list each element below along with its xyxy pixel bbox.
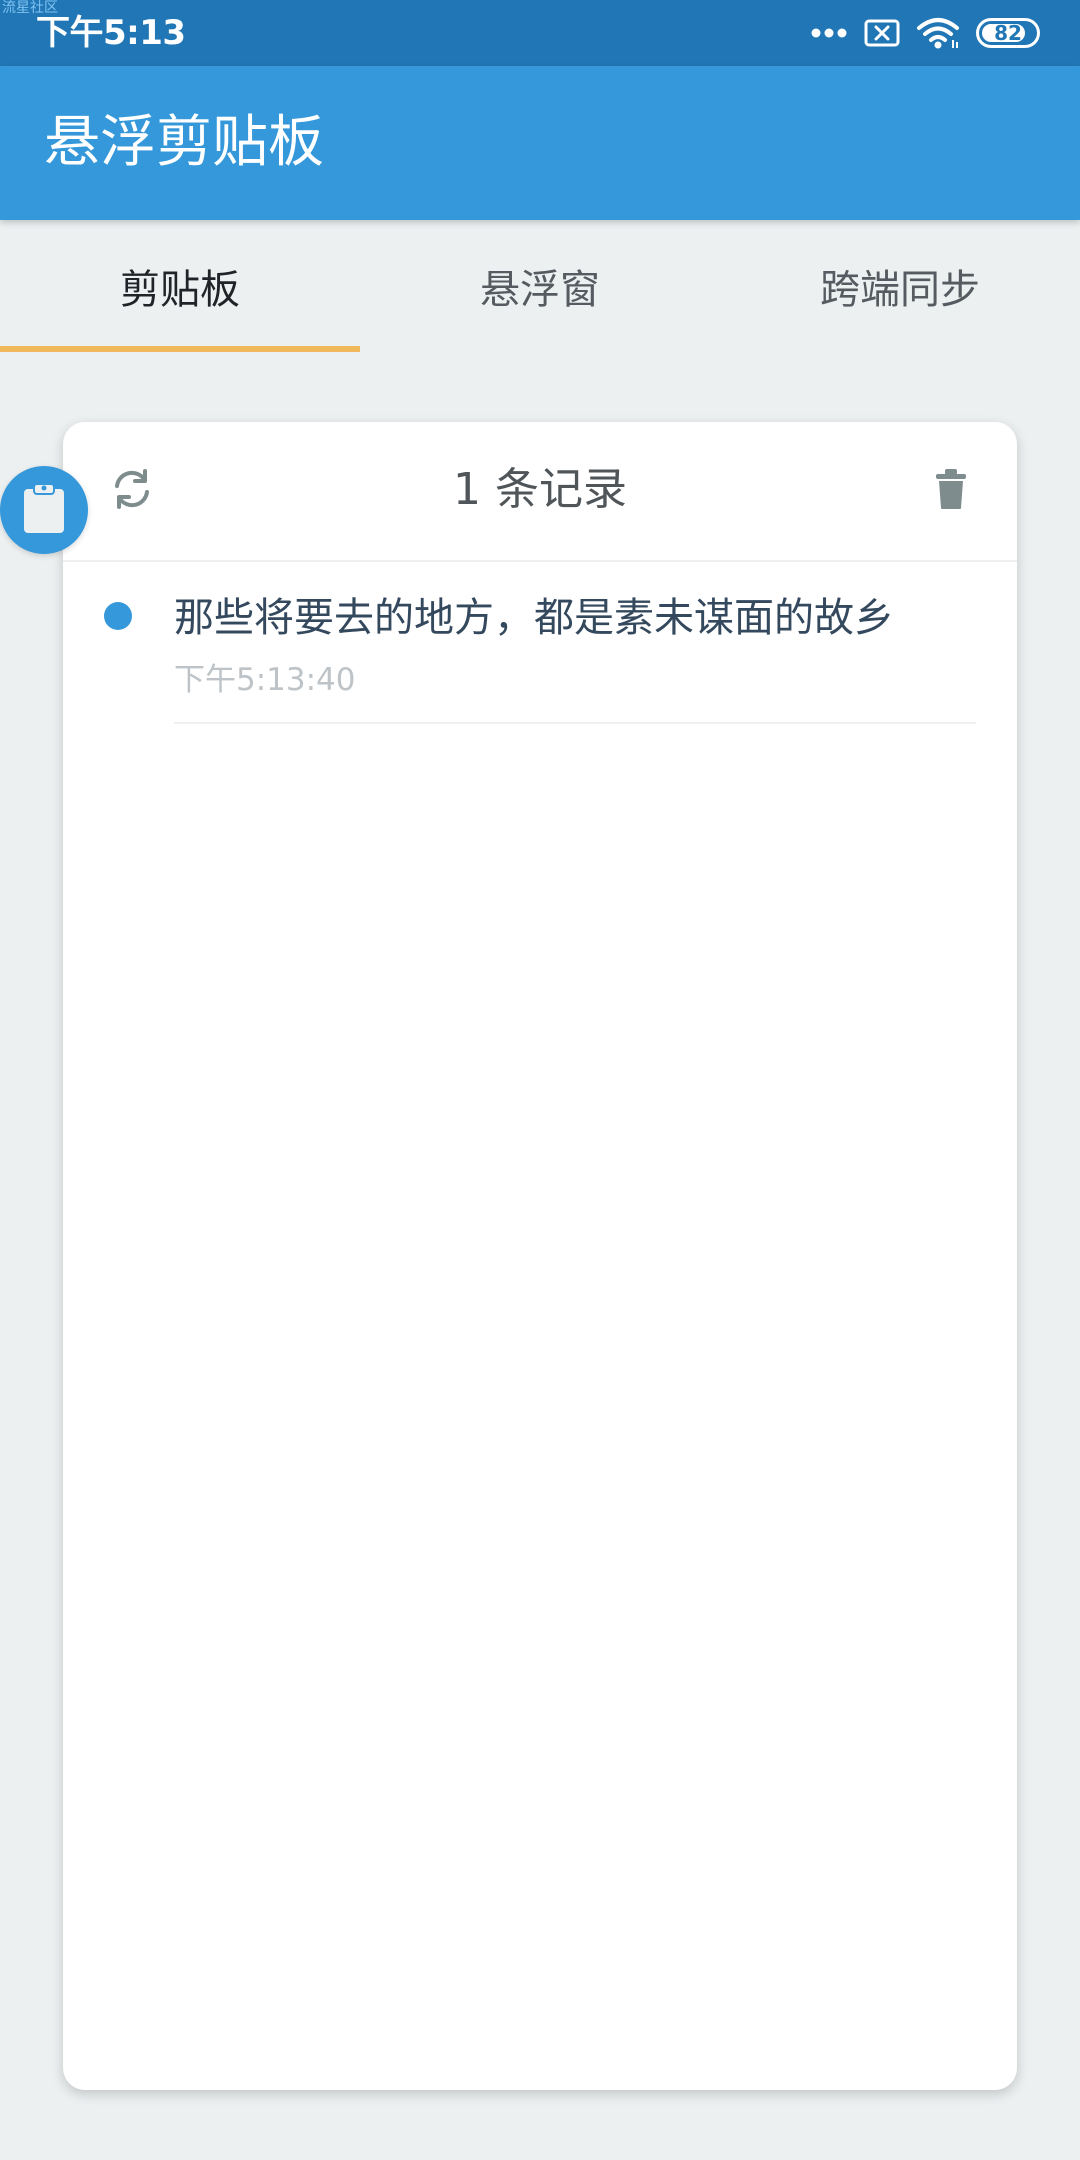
item-text: 那些将要去的地方，都是素未谋面的故乡 [174,595,894,641]
item-bullet-dot [104,602,132,630]
wifi-icon [916,16,960,50]
tab-bar: 剪贴板 悬浮窗 跨端同步 [0,220,1080,352]
item-time: 下午5:13:40 [174,662,356,698]
tab-floating-window[interactable]: 悬浮窗 [360,220,720,352]
list-item[interactable]: 那些将要去的地方，都是素未谋面的故乡 下午5:13:40 [63,422,1017,742]
app-bar: 悬浮剪贴板 [0,66,1080,220]
tab-clipboard[interactable]: 剪贴板 [0,220,360,352]
status-time: 下午5:13 [36,13,186,53]
app-title: 悬浮剪贴板 [44,110,324,175]
more-dots-icon [810,27,848,39]
clipboard-icon [22,481,66,539]
status-icons: 82 [810,14,1040,52]
item-divider [174,722,976,724]
no-sim-icon [864,19,900,47]
status-bar: 流星社区 下午5:13 82 [0,0,1080,66]
battery-level: 82 [994,21,1022,45]
tab-cross-device-sync[interactable]: 跨端同步 [720,220,1080,352]
floating-clipboard-button[interactable] [0,466,88,554]
battery-indicator: 82 [976,18,1040,48]
tab-indicator [0,346,360,352]
